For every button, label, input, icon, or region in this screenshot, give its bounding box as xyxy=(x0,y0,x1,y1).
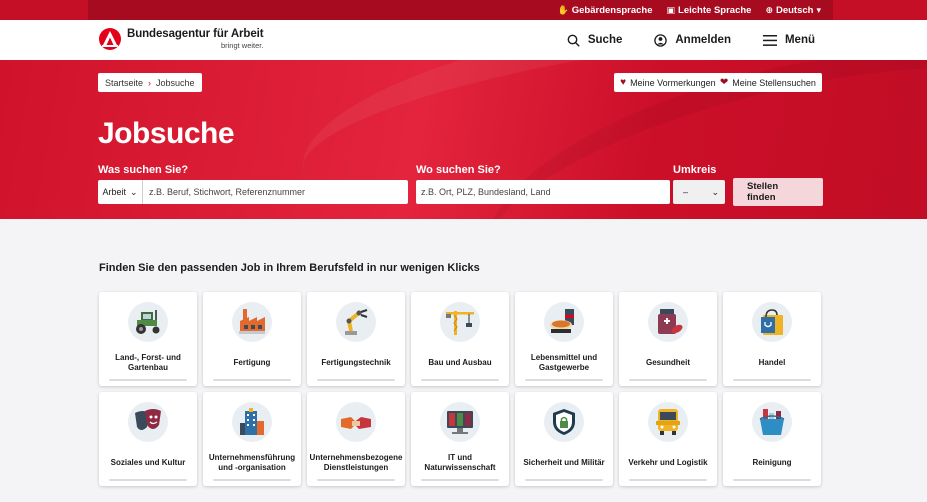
hero-search: Startseite › Jobsuche ♥ Meine Vormerkung… xyxy=(0,60,927,219)
field-card[interactable]: Unternehmensführung und -organisation xyxy=(203,392,301,486)
site-logo[interactable]: Bundesagentur für Arbeit bringt weiter. xyxy=(99,28,264,50)
where-placeholder: z.B. Ort, PLZ, Bundesland, Land xyxy=(421,187,551,197)
monitor-icon xyxy=(440,402,480,442)
field-card[interactable]: Fertigung xyxy=(203,292,301,386)
field-card[interactable]: Reinigung xyxy=(723,392,821,486)
field-grid: Land-, Forst- und Gartenbau Fertigung Fe… xyxy=(99,292,823,486)
field-label: Unternehmensführung und -organisation xyxy=(208,453,296,472)
field-card[interactable]: Sicherheit und Militär xyxy=(515,392,613,486)
field-label: IT und Naturwissenschaft xyxy=(424,453,496,472)
food-icon xyxy=(544,302,584,342)
menu-button[interactable]: Menü xyxy=(762,34,815,46)
hamburger-icon xyxy=(762,34,777,46)
field-card[interactable]: Fertigungstechnik xyxy=(307,292,405,386)
office-building-icon xyxy=(232,402,272,442)
field-label: Fertigungstechnik xyxy=(321,358,391,368)
page-title: Jobsuche xyxy=(98,117,235,150)
radius-select[interactable]: – ⌄ xyxy=(673,180,725,204)
bus-icon xyxy=(648,402,688,442)
cleaning-bucket-icon xyxy=(752,402,792,442)
field-card[interactable]: Bau und Ausbau xyxy=(411,292,509,386)
saved-searches-label: Meine Stellensuchen xyxy=(732,77,816,88)
book-icon: ▣ xyxy=(666,4,676,15)
field-label: Bau und Ausbau xyxy=(428,358,492,368)
search-type-select[interactable]: Arbeit ⌄ xyxy=(98,180,143,204)
radius-label: Umkreis xyxy=(673,164,717,176)
what-search-field: Arbeit ⌄ z.B. Beruf, Stichwort, Referenz… xyxy=(98,180,408,204)
find-jobs-label: Stellen finden xyxy=(733,178,823,206)
field-card[interactable]: IT und Naturwissenschaft xyxy=(411,392,509,486)
search-type-value: Arbeit xyxy=(102,187,126,197)
field-card[interactable]: Land-, Forst- und Gartenbau xyxy=(99,292,197,386)
language-selector[interactable]: ⊕ Deutsch ▾ xyxy=(765,5,821,16)
bookmarks-link[interactable]: ♥ Meine Vormerkungen xyxy=(620,77,716,88)
chevron-right-icon: › xyxy=(148,77,152,88)
section-title: Finden Sie den passenden Job in Ihrem Be… xyxy=(99,262,480,274)
logo-name: Bundesagentur für Arbeit xyxy=(127,28,264,40)
tractor-icon xyxy=(128,302,168,342)
field-label: Fertigung xyxy=(233,358,271,368)
factory-icon xyxy=(232,302,272,342)
breadcrumb-home[interactable]: Startseite xyxy=(105,78,143,88)
what-input[interactable]: z.B. Beruf, Stichwort, Referenznummer xyxy=(143,187,305,197)
radius-value: – xyxy=(683,187,689,197)
field-label: Gesundheit xyxy=(645,358,690,368)
heart-search-icon: ❤ xyxy=(719,77,729,88)
where-input[interactable]: z.B. Ort, PLZ, Bundesland, Land xyxy=(416,180,670,204)
field-card[interactable]: Gesundheit xyxy=(619,292,717,386)
theater-masks-icon xyxy=(128,402,168,442)
search-icon xyxy=(567,34,580,47)
user-lists: ♥ Meine Vormerkungen ❤ Meine Stellensuch… xyxy=(614,73,822,92)
what-label: Was suchen Sie? xyxy=(98,164,189,176)
globe-icon: ⊕ xyxy=(765,4,773,15)
utility-bar: ✋ Gebärdensprache ▣ Leichte Sprache ⊕ De… xyxy=(0,0,927,20)
breadcrumb: Startseite › Jobsuche xyxy=(98,73,202,92)
hand-icon: ✋ xyxy=(557,4,569,15)
login-label: Anmelden xyxy=(675,34,731,46)
chevron-down-icon: ⌄ xyxy=(129,186,138,197)
user-icon xyxy=(654,33,668,47)
medicine-icon xyxy=(648,302,688,342)
utility-links: ✋ Gebärdensprache ▣ Leichte Sprache ⊕ De… xyxy=(88,0,833,20)
field-card[interactable]: Unternehmensbezogene Dienstleistungen xyxy=(307,392,405,486)
main-nav: Suche Anmelden Menü xyxy=(567,20,815,60)
field-card[interactable]: Lebensmittel und Gastgewerbe xyxy=(515,292,613,386)
field-label: Verkehr und Logistik xyxy=(628,458,708,468)
robot-arm-icon xyxy=(336,302,376,342)
field-label: Handel xyxy=(758,358,786,368)
field-card[interactable]: Soziales und Kultur xyxy=(99,392,197,486)
field-label: Sicherheit und Militär xyxy=(523,458,605,468)
menu-label: Menü xyxy=(784,34,815,46)
breadcrumb-current: Jobsuche xyxy=(156,77,195,88)
field-label: Land-, Forst- und Gartenbau xyxy=(115,353,181,372)
crane-icon xyxy=(440,302,480,342)
search-label: Suche xyxy=(587,34,623,46)
search-button[interactable]: Suche xyxy=(567,34,623,47)
shopping-bag-icon xyxy=(752,302,792,342)
chevron-down-icon: ▾ xyxy=(816,4,821,15)
easy-language-label: Leichte Sprache xyxy=(678,4,752,16)
language-label: Deutsch xyxy=(775,4,814,16)
sign-language-label: Gebärdensprache xyxy=(571,4,653,16)
heart-icon: ♥ xyxy=(620,77,627,88)
field-card[interactable]: Handel xyxy=(723,292,821,386)
easy-language-link[interactable]: ▣ Leichte Sprache xyxy=(667,5,752,16)
field-label: Reinigung xyxy=(752,458,792,468)
chevron-down-icon: ⌄ xyxy=(711,186,719,197)
saved-searches-link[interactable]: ❤ Meine Stellensuchen xyxy=(720,77,816,88)
shield-lock-icon xyxy=(544,402,584,442)
handshake-icon xyxy=(336,402,376,442)
field-label: Unternehmensbezogene Dienstleistungen xyxy=(309,453,403,472)
site-header: Bundesagentur für Arbeit bringt weiter. … xyxy=(0,20,927,60)
logo-mark-icon xyxy=(99,28,121,50)
login-button[interactable]: Anmelden xyxy=(654,33,731,47)
where-label: Wo suchen Sie? xyxy=(416,164,501,176)
field-label: Lebensmittel und Gastgewerbe xyxy=(530,353,598,372)
field-label: Soziales und Kultur xyxy=(110,458,186,468)
bookmarks-label: Meine Vormerkungen xyxy=(630,77,716,88)
find-jobs-button[interactable]: Stellen finden xyxy=(733,178,823,206)
logo-tagline: bringt weiter. xyxy=(220,40,264,50)
field-card[interactable]: Verkehr und Logistik xyxy=(619,392,717,486)
sign-language-link[interactable]: ✋ Gebärdensprache xyxy=(558,5,653,16)
